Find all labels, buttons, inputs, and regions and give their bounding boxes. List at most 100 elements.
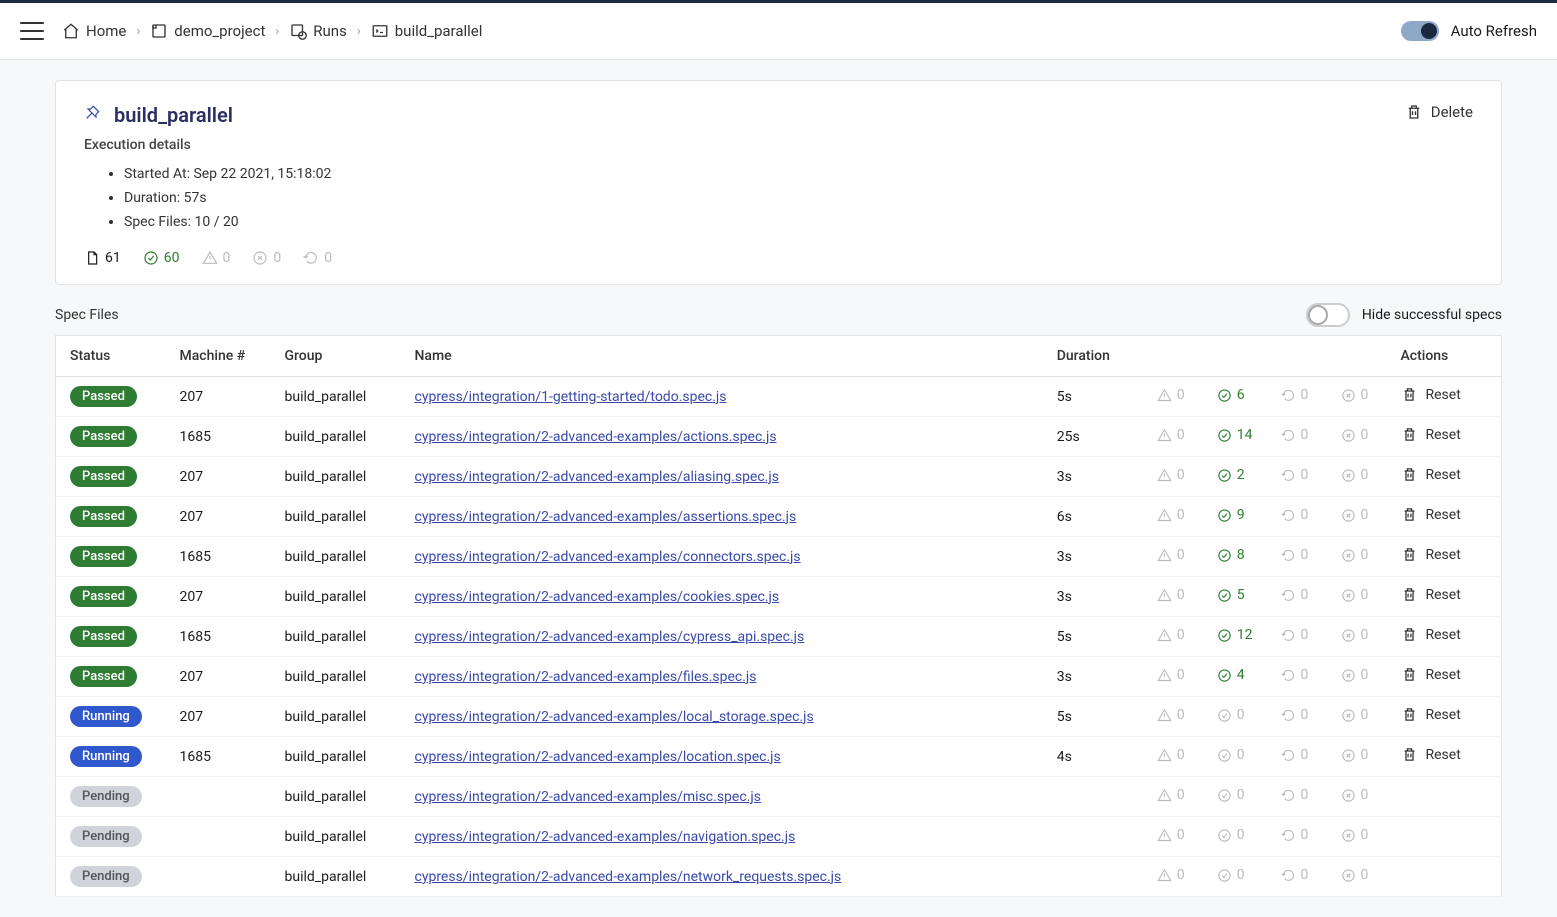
run-title: build_parallel	[114, 103, 233, 127]
status-badge: Passed	[70, 546, 137, 567]
status-badge: Running	[70, 706, 142, 727]
spec-link[interactable]: cypress/integration/2-advanced-examples/…	[415, 549, 801, 565]
spec-link[interactable]: cypress/integration/2-advanced-examples/…	[415, 789, 761, 805]
cell-group: build_parallel	[271, 777, 401, 817]
cell-group: build_parallel	[271, 697, 401, 737]
spec-link[interactable]: cypress/integration/1-getting-started/to…	[415, 389, 727, 405]
breadcrumb-label: Home	[86, 22, 126, 40]
stat-failed: 0	[1341, 627, 1369, 643]
spec-link[interactable]: cypress/integration/2-advanced-examples/…	[415, 429, 777, 445]
stat-passed: 12	[1217, 627, 1253, 643]
detail-specfiles: Spec Files: 10 / 20	[124, 211, 332, 235]
cell-duration: 3s	[1043, 657, 1143, 697]
stat-flaky: 0	[1157, 507, 1185, 523]
reset-label: Reset	[1426, 387, 1461, 403]
spec-link[interactable]: cypress/integration/2-advanced-examples/…	[415, 509, 797, 525]
cell-machine: 1685	[166, 617, 271, 657]
stat-passed: 9	[1217, 507, 1245, 523]
check-circle-icon	[143, 250, 159, 266]
summary-row: 61 60 0 0 0	[84, 250, 332, 266]
cell-machine: 207	[166, 697, 271, 737]
cell-machine	[166, 817, 271, 857]
stat-passed: 5	[1217, 587, 1245, 603]
spec-link[interactable]: cypress/integration/2-advanced-examples/…	[415, 829, 796, 845]
cell-machine: 207	[166, 577, 271, 617]
reset-label: Reset	[1426, 667, 1461, 683]
summary-flaky: 0	[202, 250, 231, 266]
spec-link[interactable]: cypress/integration/2-advanced-examples/…	[415, 709, 814, 725]
home-icon	[62, 22, 80, 40]
summary-retry: 0	[303, 250, 332, 266]
reset-button[interactable]: Reset	[1401, 746, 1461, 763]
spec-link[interactable]: cypress/integration/2-advanced-examples/…	[415, 669, 757, 685]
file-icon	[84, 250, 100, 266]
spec-link[interactable]: cypress/integration/2-advanced-examples/…	[415, 869, 842, 885]
stat-passed: 14	[1217, 427, 1253, 443]
reset-button[interactable]: Reset	[1401, 426, 1461, 443]
table-row: Pending build_parallel cypress/integrati…	[56, 817, 1502, 857]
status-badge: Passed	[70, 386, 137, 407]
reset-button[interactable]: Reset	[1401, 586, 1461, 603]
reset-button[interactable]: Reset	[1401, 466, 1461, 483]
spec-link[interactable]: cypress/integration/2-advanced-examples/…	[415, 629, 805, 645]
reset-button[interactable]: Reset	[1401, 706, 1461, 723]
delete-button[interactable]: Delete	[1405, 103, 1473, 121]
reset-button[interactable]: Reset	[1401, 626, 1461, 643]
stat-retry: 0	[1281, 747, 1309, 763]
cell-duration: 3s	[1043, 537, 1143, 577]
reset-button[interactable]: Reset	[1401, 666, 1461, 683]
spec-link[interactable]: cypress/integration/2-advanced-examples/…	[415, 589, 780, 605]
stat-retry: 0	[1281, 587, 1309, 603]
spec-link[interactable]: cypress/integration/2-advanced-examples/…	[415, 469, 779, 485]
breadcrumb-current[interactable]: build_parallel	[371, 22, 483, 40]
main-container: build_parallel Execution details Started…	[0, 60, 1557, 917]
stat-retry: 0	[1281, 507, 1309, 523]
stat-flaky: 0	[1157, 467, 1185, 483]
stat-passed: 0	[1217, 827, 1245, 843]
stat-retry: 0	[1281, 387, 1309, 403]
stat-flaky: 0	[1157, 707, 1185, 723]
breadcrumb: Home › demo_project › Runs › build_paral…	[62, 22, 482, 40]
cell-group: build_parallel	[271, 577, 401, 617]
terminal-icon	[371, 22, 389, 40]
run-card: build_parallel Execution details Started…	[55, 80, 1502, 285]
stat-failed: 0	[1341, 547, 1369, 563]
cell-group: build_parallel	[271, 617, 401, 657]
reset-button[interactable]: Reset	[1401, 386, 1461, 403]
reset-button[interactable]: Reset	[1401, 506, 1461, 523]
specs-table: Status Machine # Group Name Duration Act…	[55, 335, 1502, 897]
breadcrumb-home[interactable]: Home	[62, 22, 126, 40]
stat-failed: 0	[1341, 587, 1369, 603]
cell-duration: 5s	[1043, 697, 1143, 737]
stat-failed: 0	[1341, 787, 1369, 803]
cell-duration: 4s	[1043, 737, 1143, 777]
summary-passed: 60	[143, 250, 180, 266]
project-icon	[150, 22, 168, 40]
cell-duration: 6s	[1043, 497, 1143, 537]
hide-specs-toggle[interactable]	[1306, 303, 1350, 327]
cell-machine	[166, 857, 271, 897]
hide-specs-control: Hide successful specs	[1306, 303, 1502, 327]
status-badge: Pending	[70, 866, 142, 887]
stat-passed: 2	[1217, 467, 1245, 483]
reset-label: Reset	[1426, 467, 1461, 483]
breadcrumb-project[interactable]: demo_project	[150, 22, 265, 40]
reset-button[interactable]: Reset	[1401, 546, 1461, 563]
stat-failed: 0	[1341, 747, 1369, 763]
breadcrumb-runs[interactable]: Runs	[289, 22, 347, 40]
stat-retry: 0	[1281, 867, 1309, 883]
breadcrumb-sep: ›	[357, 24, 361, 39]
stat-flaky: 0	[1157, 667, 1185, 683]
menu-icon[interactable]	[20, 22, 44, 40]
reset-label: Reset	[1426, 747, 1461, 763]
cell-group: build_parallel	[271, 737, 401, 777]
table-row: Pending build_parallel cypress/integrati…	[56, 777, 1502, 817]
hide-specs-label: Hide successful specs	[1362, 307, 1502, 323]
specs-section-header: Spec Files Hide successful specs	[55, 303, 1502, 327]
table-row: Passed 207 build_parallel cypress/integr…	[56, 577, 1502, 617]
spec-link[interactable]: cypress/integration/2-advanced-examples/…	[415, 749, 781, 765]
stat-passed: 0	[1217, 787, 1245, 803]
auto-refresh-toggle[interactable]	[1401, 21, 1439, 41]
pin-icon	[84, 105, 100, 125]
table-row: Passed 207 build_parallel cypress/integr…	[56, 377, 1502, 417]
